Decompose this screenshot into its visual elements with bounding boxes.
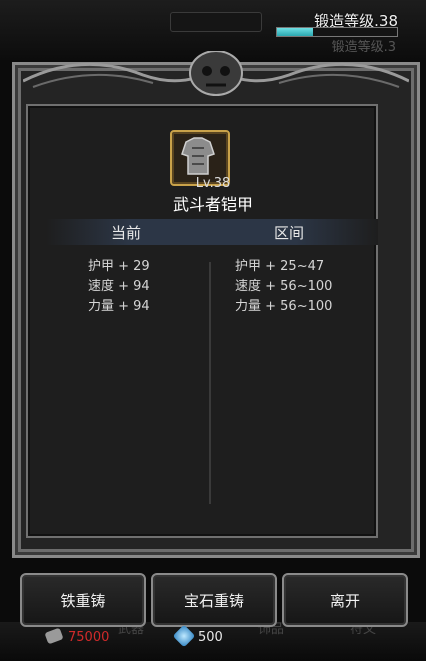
column-divider — [209, 262, 211, 504]
background-level-plate — [170, 12, 262, 32]
skull-ornament — [23, 51, 409, 96]
leave-button[interactable]: 离开 — [282, 573, 408, 627]
gem-amount: 500 — [198, 630, 223, 645]
current-column-header: 当前 — [111, 224, 142, 242]
range-column-header: 区间 — [274, 224, 305, 242]
range-stat-speed: 速度 + 56~100 — [235, 279, 333, 294]
column-header-band — [46, 219, 378, 245]
gold-amount: 75000 — [68, 630, 110, 645]
range-stat-strength: 力量 + 56~100 — [235, 299, 333, 314]
current-stat-strength: 力量 + 94 — [88, 299, 150, 314]
current-stat-armor: 护甲 + 29 — [88, 259, 150, 274]
forge-progress-fill — [277, 28, 313, 36]
item-level: Lv.38 — [195, 176, 231, 191]
item-name: 武斗者铠甲 — [172, 195, 253, 214]
current-stat-speed: 速度 + 94 — [88, 279, 150, 294]
gem-recast-button[interactable]: 宝石重铸 — [151, 573, 277, 627]
range-stat-armor: 护甲 + 25~47 — [235, 259, 325, 274]
iron-recast-button[interactable]: 铁重铸 — [20, 573, 146, 627]
